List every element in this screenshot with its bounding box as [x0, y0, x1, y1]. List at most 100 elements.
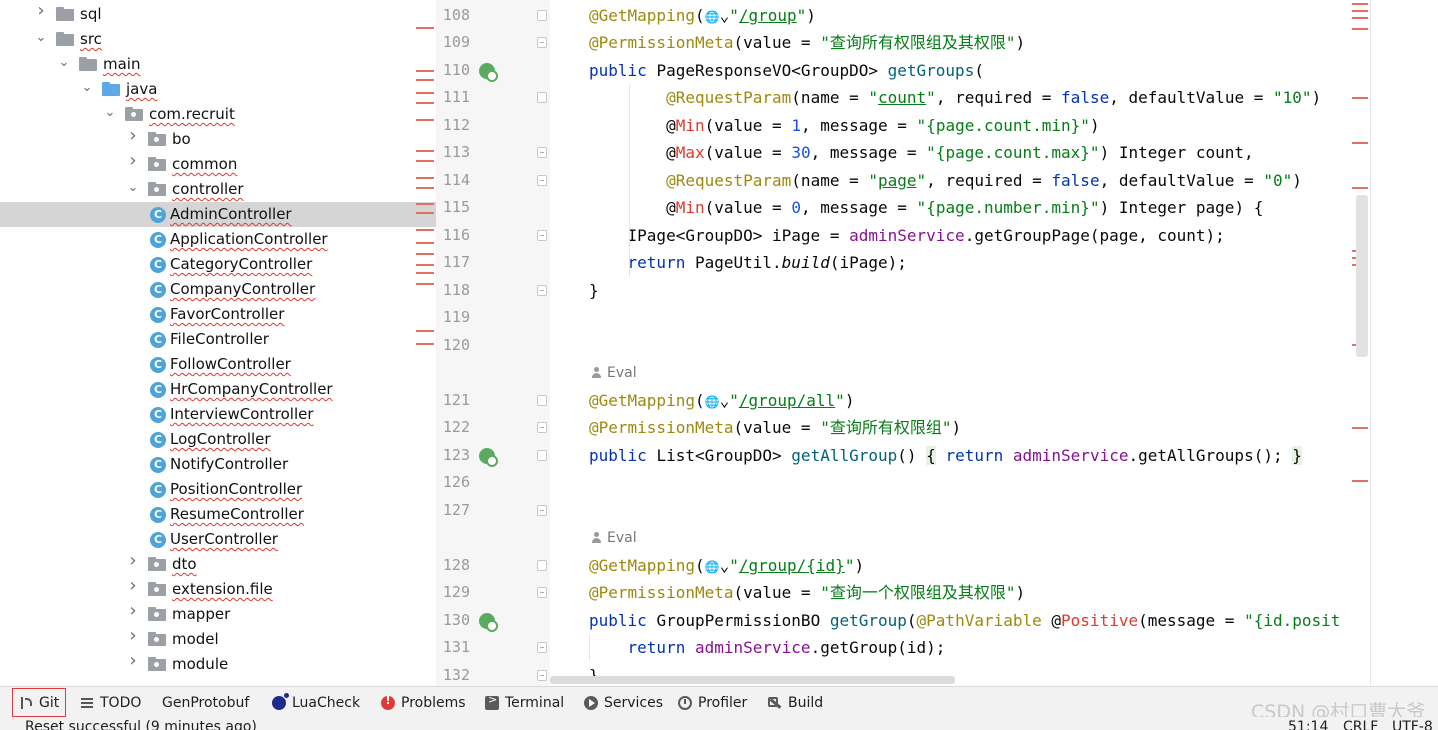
- line-number[interactable]: 113: [440, 139, 470, 166]
- code-line[interactable]: 123 public List<GroupDO> getAllGroup() { …: [436, 442, 1370, 469]
- code-line[interactable]: 121 @GetMapping(🌐⌄"/group/all"): [436, 387, 1370, 414]
- tree-item-favorcontroller[interactable]: C FavorController: [0, 302, 436, 327]
- tree-item-filecontroller[interactable]: C FileController: [0, 327, 436, 352]
- tree-item-model[interactable]: › model: [0, 627, 436, 652]
- line-number[interactable]: 112: [440, 112, 470, 139]
- code-editor[interactable]: 108 @GetMapping(🌐⌄"/group") 109 @Permission…: [436, 0, 1438, 686]
- services-tool-button[interactable]: Services: [584, 687, 663, 718]
- line-number[interactable]: 110: [440, 57, 470, 84]
- code-line[interactable]: 111 @RequestParam(name = "count", requir…: [436, 84, 1370, 111]
- line-number[interactable]: 126: [440, 469, 470, 496]
- tree-item-applicationcontroller[interactable]: C ApplicationController: [0, 227, 436, 252]
- fold-marker-icon[interactable]: [537, 37, 547, 48]
- tree-item-followcontroller[interactable]: C FollowController: [0, 352, 436, 377]
- code-line[interactable]: 128 @GetMapping(🌐⌄"/group/{id}"): [436, 552, 1370, 579]
- endpoint-globe-icon[interactable]: [479, 448, 498, 467]
- chevron-right-icon[interactable]: ›: [126, 152, 140, 170]
- fold-marker-icon[interactable]: [537, 642, 547, 653]
- chevron-right-icon[interactable]: ›: [34, 2, 48, 20]
- fold-marker-icon[interactable]: [537, 10, 547, 21]
- code-line[interactable]: 122 @PermissionMeta(value = "查询所有权限组"): [436, 414, 1370, 441]
- code-line[interactable]: 127: [436, 497, 1370, 524]
- todo-tool-button[interactable]: TODO: [80, 687, 141, 718]
- tree-item-common[interactable]: › common: [0, 152, 436, 177]
- tree-item-sql[interactable]: › sql: [0, 2, 436, 27]
- project-tree[interactable]: › sql ⌄ src ⌄ main ⌄ java ⌄ com.recruit › bo › common…: [0, 0, 436, 686]
- line-number[interactable]: 119: [440, 304, 470, 331]
- line-number[interactable]: 132: [440, 662, 470, 686]
- tree-item-hrcompanycontroller[interactable]: C HrCompanyController: [0, 377, 436, 402]
- eval-inlay-hint[interactable]: Eval: [591, 528, 637, 548]
- line-number[interactable]: 122: [440, 414, 470, 441]
- tree-item-controller[interactable]: ⌄ controller: [0, 177, 436, 202]
- chevron-right-icon[interactable]: ›: [126, 127, 140, 145]
- line-number[interactable]: 128: [440, 552, 470, 579]
- tree-item-companycontroller[interactable]: C CompanyController: [0, 277, 436, 302]
- luacheck-tool-button[interactable]: LuaCheck: [272, 687, 360, 718]
- code-line[interactable]: 116 IPage<GroupDO> iPage = adminService.…: [436, 222, 1370, 249]
- code-line[interactable]: 126: [436, 469, 1370, 496]
- code-line[interactable]: 117 return PageUtil.build(iPage);: [436, 249, 1370, 276]
- line-number[interactable]: 127: [440, 497, 470, 524]
- fold-marker-icon[interactable]: [537, 422, 547, 433]
- caret-position[interactable]: 51:14: [1288, 717, 1328, 730]
- fold-marker-icon[interactable]: [537, 285, 547, 296]
- chevron-right-icon[interactable]: ›: [126, 652, 140, 670]
- fold-marker-icon[interactable]: [537, 587, 547, 598]
- line-number[interactable]: 111: [440, 84, 470, 111]
- code-line[interactable]: 118}: [436, 277, 1370, 304]
- chevron-down-icon[interactable]: ⌄: [34, 29, 48, 47]
- code-line[interactable]: 130 public GroupPermissionBO getGroup(@Pa…: [436, 607, 1370, 634]
- tree-item-com-recruit[interactable]: ⌄ com.recruit: [0, 102, 436, 127]
- fold-marker-icon[interactable]: [537, 560, 547, 571]
- tree-item-logcontroller[interactable]: C LogController: [0, 427, 436, 452]
- fold-marker-icon[interactable]: [537, 450, 547, 461]
- code-line[interactable]: 115 @Min(value = 0, message = "{page.num…: [436, 194, 1370, 221]
- line-number[interactable]: 129: [440, 579, 470, 606]
- code-line[interactable]: 113 @Max(value = 30, message = "{page.co…: [436, 139, 1370, 166]
- tree-item-admincontroller[interactable]: C AdminController: [0, 202, 436, 227]
- tree-item-main[interactable]: ⌄ main: [0, 52, 436, 77]
- tree-item-notifycontroller[interactable]: C NotifyController: [0, 452, 436, 477]
- fold-marker-icon[interactable]: [537, 147, 547, 158]
- tree-item-dto[interactable]: › dto: [0, 552, 436, 577]
- tree-item-extension-file[interactable]: › extension.file: [0, 577, 436, 602]
- code-line[interactable]: 112 @Min(value = 1, message = "{page.cou…: [436, 112, 1370, 139]
- tree-item-usercontroller[interactable]: C UserController: [0, 527, 436, 552]
- tree-item-module[interactable]: › module: [0, 652, 436, 677]
- tree-item-mapper[interactable]: › mapper: [0, 602, 436, 627]
- line-number[interactable]: 118: [440, 277, 470, 304]
- eval-inlay-hint[interactable]: Eval: [591, 363, 637, 383]
- line-number[interactable]: 117: [440, 249, 470, 276]
- terminal-tool-button[interactable]: Terminal: [485, 687, 564, 718]
- chevron-down-icon[interactable]: ⌄: [126, 179, 140, 197]
- chevron-down-icon[interactable]: ⌄: [103, 104, 117, 122]
- line-number[interactable]: 131: [440, 634, 470, 661]
- code-line[interactable]: 114 @RequestParam(name = "page", require…: [436, 167, 1370, 194]
- genprotobuf-tool-button[interactable]: GenProtobuf: [162, 687, 249, 718]
- line-number[interactable]: 116: [440, 222, 470, 249]
- line-number[interactable]: 120: [440, 332, 470, 359]
- code-line[interactable]: 120: [436, 332, 1370, 359]
- fold-marker-icon[interactable]: [537, 175, 547, 186]
- file-encoding[interactable]: UTF-8: [1392, 717, 1433, 730]
- tree-item-src[interactable]: ⌄ src: [0, 27, 436, 52]
- chevron-right-icon[interactable]: ›: [126, 602, 140, 620]
- status-message[interactable]: Reset successful (9 minutes ago): [25, 717, 257, 730]
- line-number[interactable]: 115: [440, 194, 470, 221]
- line-number[interactable]: 114: [440, 167, 470, 194]
- endpoint-globe-icon[interactable]: [479, 63, 498, 82]
- git-tool-button[interactable]: Git: [12, 688, 67, 717]
- line-separator[interactable]: CRLF: [1343, 717, 1378, 730]
- tree-item-categorycontroller[interactable]: C CategoryController: [0, 252, 436, 277]
- chevron-down-icon[interactable]: ⌄: [57, 54, 71, 72]
- fold-marker-icon[interactable]: [537, 92, 547, 103]
- tree-item-bo[interactable]: › bo: [0, 127, 436, 152]
- horizontal-scrollbar[interactable]: [550, 676, 955, 684]
- profiler-tool-button[interactable]: Profiler: [678, 687, 747, 718]
- tree-item-resumecontroller[interactable]: C ResumeController: [0, 502, 436, 527]
- fold-marker-icon[interactable]: [537, 395, 547, 406]
- build-tool-button[interactable]: Build: [768, 687, 823, 718]
- fold-marker-icon[interactable]: [537, 670, 547, 681]
- code-line[interactable]: 131 return adminService.getGroup(id);: [436, 634, 1370, 661]
